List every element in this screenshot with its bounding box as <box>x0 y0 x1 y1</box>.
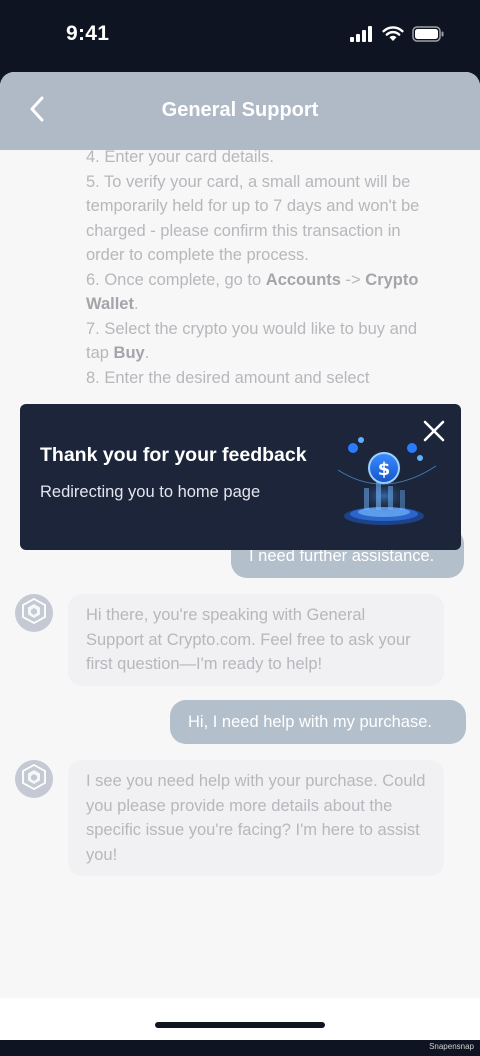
crypto-com-logo-icon <box>22 597 46 629</box>
page-title: General Support <box>161 99 319 121</box>
cellular-signal-icon <box>350 26 374 47</box>
accounts-label: Accounts <box>265 270 341 289</box>
buy-label: Buy <box>113 344 145 362</box>
wifi-icon <box>382 26 404 47</box>
feedback-toast: Thank you for your feedback Redirecting … <box>20 404 461 550</box>
crypto-coin-illustration-icon: $ <box>332 430 442 530</box>
battery-icon <box>412 26 444 47</box>
step-8-text: 8. Enter the desired amount and select <box>86 368 370 387</box>
step-4-text: 4. Enter your card details. <box>86 148 275 166</box>
home-indicator-area <box>0 998 480 1040</box>
agent-message-bubble: I see you need help with your purchase. … <box>68 760 444 876</box>
user-message-text: Hi, I need help with my purchase. <box>188 712 432 731</box>
status-time: 9:41 <box>66 22 110 45</box>
agent-message-steps: 4. Enter your card details. 5. To verify… <box>86 145 426 390</box>
agent-avatar <box>15 594 53 632</box>
home-indicator[interactable] <box>155 1022 325 1028</box>
step-5-text: 5. To verify your card, a small amount w… <box>86 172 420 265</box>
bottom-strip: Snapensnap <box>0 1040 480 1056</box>
toast-subtitle: Redirecting you to home page <box>40 483 261 501</box>
agent-message-text: Hi there, you're speaking with General S… <box>86 606 411 673</box>
watermark: Snapensnap <box>429 1042 474 1051</box>
status-bar: 9:41 <box>0 0 480 72</box>
chat-header: General Support <box>0 72 480 150</box>
svg-text:$: $ <box>378 459 391 480</box>
toast-title: Thank you for your feedback <box>40 444 307 466</box>
status-icons <box>350 26 444 47</box>
agent-avatar <box>15 760 53 798</box>
agent-message-bubble: Hi there, you're speaking with General S… <box>68 594 444 686</box>
step-6-text: 6. Once complete, go to Accounts -> Cryp… <box>86 270 419 314</box>
step-7-text: 7. Select the crypto you would like to b… <box>86 319 418 363</box>
crypto-com-logo-icon <box>22 763 46 795</box>
agent-message-text: I see you need help with your purchase. … <box>86 772 426 864</box>
user-message: Hi, I need help with my purchase. <box>170 700 466 744</box>
